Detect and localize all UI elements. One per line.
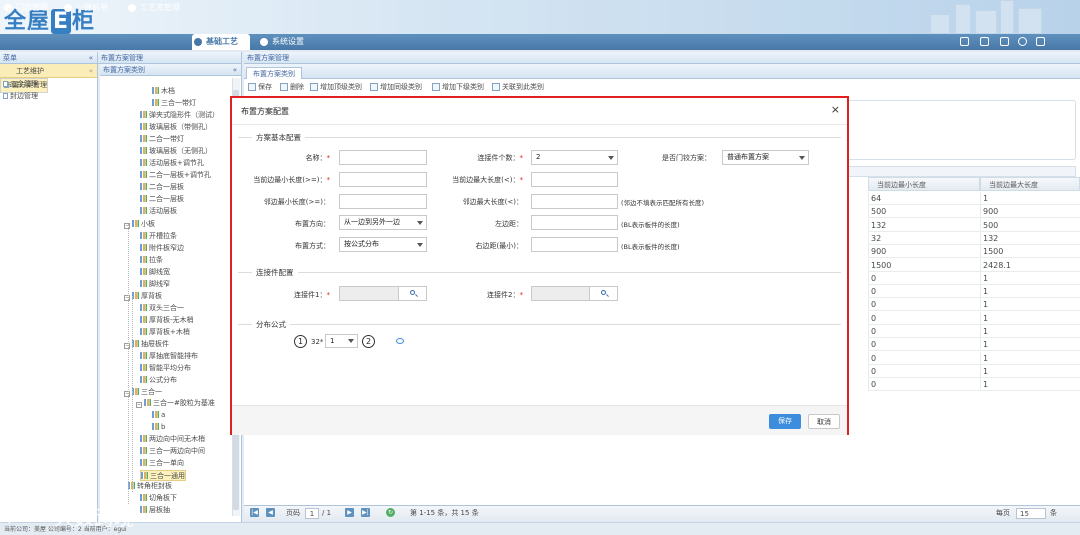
direction-label: 布置方向： bbox=[295, 220, 330, 228]
watermark-right: 全屋E柜 bbox=[945, 476, 1033, 504]
chevron-down-icon bbox=[348, 339, 354, 343]
chevron-down-icon bbox=[417, 221, 423, 225]
chevron-down-icon bbox=[799, 156, 805, 160]
name-input[interactable] bbox=[339, 150, 427, 165]
connector2-picker[interactable] bbox=[531, 286, 618, 301]
adj-hint: (邻边不填表示匹配所有长度) bbox=[621, 199, 705, 207]
watermark-left: 大数跨境 bbox=[54, 506, 134, 530]
search-icon[interactable] bbox=[398, 287, 426, 300]
section-basic-label: 方案基本配置 bbox=[252, 132, 305, 143]
connector-marker-2: 2 bbox=[362, 335, 375, 348]
left-margin-label: 左边距： bbox=[495, 220, 523, 228]
chevron-down-icon bbox=[608, 156, 614, 160]
connectors-value: 2 bbox=[536, 153, 541, 161]
section-connectors-label: 连接件配置 bbox=[252, 267, 298, 278]
door-hinge-select[interactable]: 普通布置方案 bbox=[722, 150, 809, 165]
wechat-icon bbox=[902, 470, 938, 498]
connectors-label: 连接件个数：* bbox=[477, 154, 524, 162]
name-label: 名称：* bbox=[305, 154, 331, 162]
dialog-titlebar: 布置方案配置 × bbox=[232, 98, 847, 125]
left-hint: (BL表示板件的长度) bbox=[621, 221, 680, 229]
method-select[interactable]: 按公式分布 bbox=[339, 237, 427, 252]
comment-icon[interactable] bbox=[396, 338, 404, 344]
cur-max-label: 当前边最大长度(<)：* bbox=[452, 176, 523, 184]
direction-value: 从一边到另外一边 bbox=[344, 218, 400, 226]
close-icon[interactable]: × bbox=[831, 104, 840, 115]
cancel-button[interactable]: 取消 bbox=[808, 414, 840, 429]
cur-min-label: 当前边最小长度(>=)：* bbox=[253, 176, 330, 184]
search-icon[interactable] bbox=[589, 287, 617, 300]
dialog-title: 布置方案配置 bbox=[241, 107, 289, 116]
method-value: 按公式分布 bbox=[344, 240, 379, 248]
dialog-footer: 保存 取消 bbox=[232, 405, 847, 435]
right-margin-input[interactable] bbox=[531, 237, 618, 252]
watermark-logo-left: ᛒ© bbox=[6, 506, 34, 526]
right-hint: (BL表示板件的长度) bbox=[621, 243, 680, 251]
cur-max-input[interactable] bbox=[531, 172, 618, 187]
chevron-down-icon bbox=[417, 243, 423, 247]
adj-min-input[interactable] bbox=[339, 194, 427, 209]
save-button[interactable]: 保存 bbox=[769, 414, 801, 429]
method-label: 布置方式： bbox=[295, 242, 330, 250]
connector1-picker[interactable] bbox=[339, 286, 427, 301]
adj-max-input[interactable] bbox=[531, 194, 618, 209]
adj-max-label: 邻边最大长度(<)： bbox=[462, 198, 523, 206]
door-hinge-value: 普通布置方案 bbox=[727, 153, 769, 161]
section-formula-label: 分布公式 bbox=[252, 319, 290, 330]
adj-min-label: 邻边最小长度(>=)： bbox=[263, 198, 330, 206]
layout-config-dialog: 布置方案配置 × 方案基本配置 名称：* 连接件个数：* 2 是否门铰方案： 普… bbox=[230, 96, 849, 435]
formula-prefix: 32* bbox=[311, 338, 324, 346]
connector2-label: 连接件2：* bbox=[487, 291, 523, 299]
connector1-label: 连接件1：* bbox=[294, 291, 330, 299]
cur-min-input[interactable] bbox=[339, 172, 427, 187]
formula-select[interactable]: 1 bbox=[325, 334, 358, 348]
right-margin-label: 右边距(最小)： bbox=[475, 242, 523, 250]
direction-select[interactable]: 从一边到另外一边 bbox=[339, 215, 427, 230]
left-margin-input[interactable] bbox=[531, 215, 618, 230]
door-hinge-label: 是否门铰方案： bbox=[662, 154, 711, 162]
formula-value: 1 bbox=[330, 337, 335, 345]
connector-marker-1: 1 bbox=[294, 335, 307, 348]
connectors-select[interactable]: 2 bbox=[531, 150, 618, 165]
